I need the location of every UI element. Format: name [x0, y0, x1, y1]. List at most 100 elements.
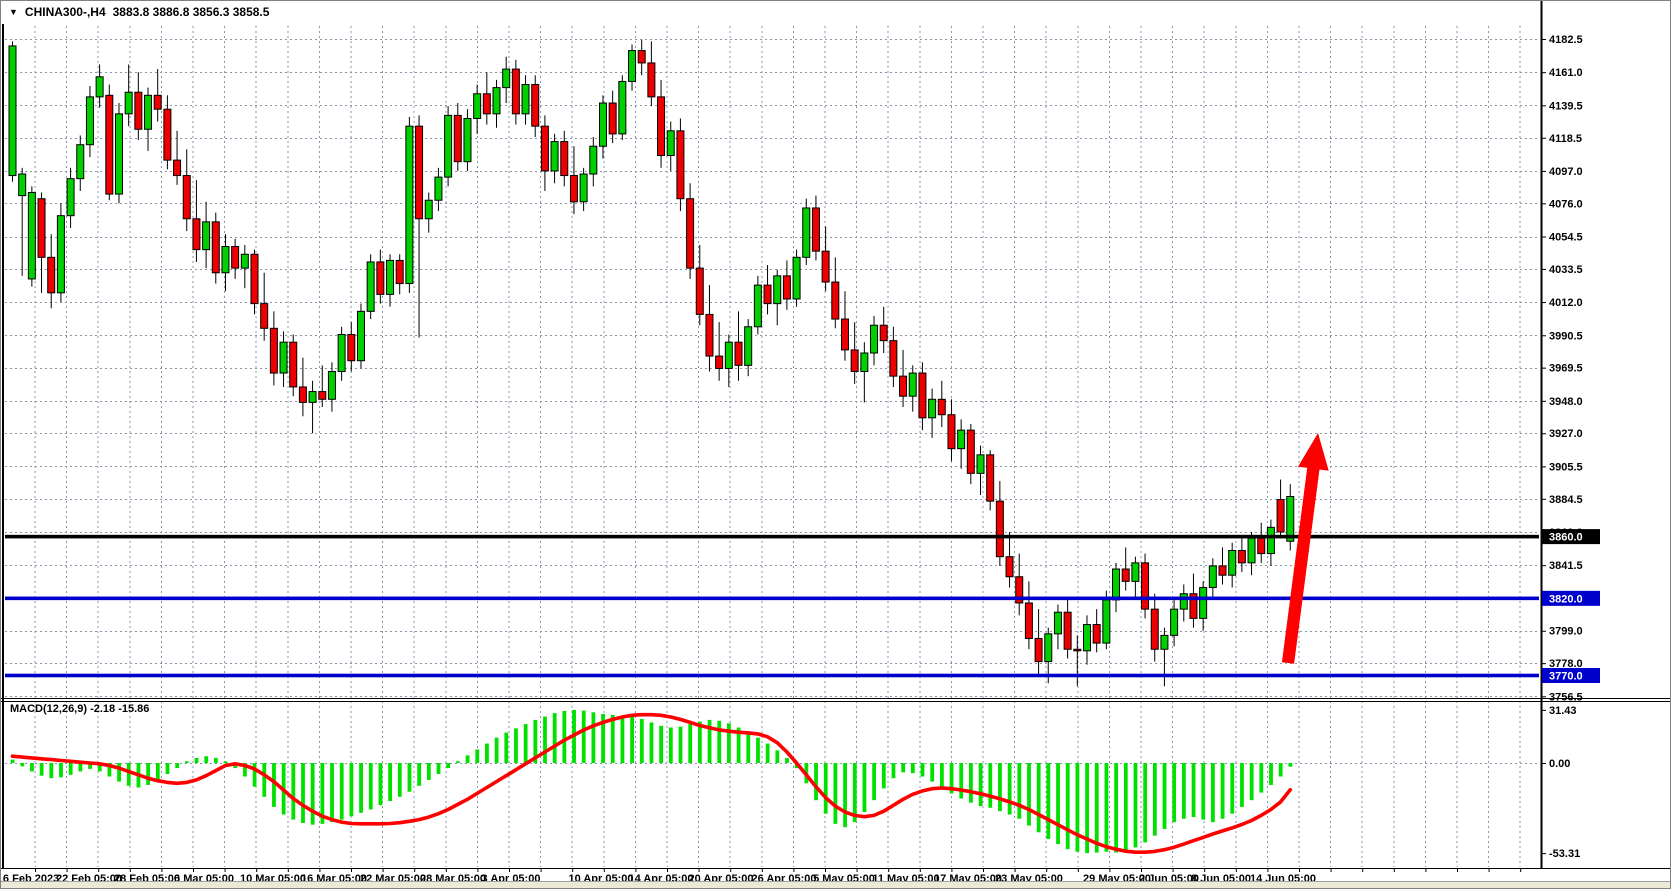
candle — [387, 254, 394, 306]
symbol-dropdown-icon[interactable]: ▼ — [9, 7, 18, 17]
candle — [590, 137, 597, 186]
macd-histogram-bar — [330, 763, 334, 822]
candle — [609, 91, 616, 143]
trend-arrow[interactable] — [1282, 433, 1329, 664]
macd-histogram-bar — [1027, 763, 1031, 826]
candle — [1238, 538, 1245, 572]
candle — [1093, 609, 1100, 652]
svg-text:4139.5: 4139.5 — [1549, 100, 1583, 112]
candle — [880, 307, 887, 353]
svg-text:-53.31: -53.31 — [1549, 848, 1580, 860]
candle — [764, 265, 771, 314]
candle — [822, 226, 829, 291]
macd-histogram-bar — [746, 733, 750, 763]
candle — [1209, 558, 1216, 600]
macd-histogram-bar — [1056, 763, 1060, 844]
candle — [280, 331, 287, 387]
macd-histogram-bar — [11, 760, 15, 763]
candle — [996, 481, 1003, 566]
candle — [803, 199, 810, 265]
macd-histogram-bar — [1095, 763, 1099, 853]
candle — [648, 41, 655, 106]
svg-text:3948.0: 3948.0 — [1549, 396, 1583, 408]
macd-histogram-bar — [1182, 763, 1186, 819]
price-axis[interactable]: 4182.54161.04139.54118.54097.04076.04054… — [1541, 34, 1600, 860]
candle — [629, 44, 636, 90]
horizontal-line-3820.0[interactable] — [5, 597, 1539, 601]
candle — [164, 95, 171, 169]
svg-text:3820.0: 3820.0 — [1549, 593, 1583, 605]
macd-histogram-bar — [834, 763, 838, 824]
candle — [1190, 574, 1197, 628]
macd-histogram-bar — [1046, 763, 1050, 839]
macd-histogram-bar — [1211, 763, 1215, 822]
macd-histogram-bar — [78, 763, 82, 771]
macd-histogram-bar — [495, 738, 499, 763]
candle — [1113, 563, 1120, 612]
candle — [987, 450, 994, 510]
macd-histogram-bar — [872, 763, 876, 800]
macd-histogram-bar — [514, 728, 518, 763]
chart-title-bar: ▼ CHINA300-,H4 3883.8 3886.8 3856.3 3858… — [9, 5, 269, 19]
macd-histogram-bar — [1134, 763, 1138, 848]
candle — [561, 131, 568, 187]
candle — [696, 245, 703, 325]
macd-layer — [11, 710, 1293, 853]
candle — [483, 72, 490, 124]
candle — [232, 239, 239, 279]
macd-histogram-bar — [350, 763, 354, 816]
macd-histogram-bar — [204, 756, 208, 763]
macd-histogram-bar — [717, 721, 721, 763]
macd-histogram-bar — [475, 749, 479, 763]
macd-histogram-bar — [688, 724, 692, 763]
macd-histogram-bar — [998, 763, 1002, 811]
svg-text:3756.5: 3756.5 — [1549, 691, 1583, 703]
candle — [706, 285, 713, 371]
candle — [9, 41, 16, 181]
macd-histogram-bar — [698, 722, 702, 763]
candle — [687, 183, 694, 279]
candle — [212, 213, 219, 284]
macd-histogram-bar — [640, 719, 644, 763]
candle — [183, 149, 190, 231]
macd-histogram-bar — [1192, 763, 1196, 817]
svg-text:3969.5: 3969.5 — [1549, 363, 1583, 375]
candle — [735, 311, 742, 380]
candle — [1122, 547, 1129, 590]
macd-histogram-bar — [195, 758, 199, 763]
candle — [125, 64, 132, 126]
macd-histogram-bar — [1066, 763, 1070, 849]
candle — [454, 103, 461, 171]
macd-histogram-bar — [408, 763, 412, 792]
candle — [270, 311, 277, 385]
candle — [783, 260, 790, 309]
candle — [338, 327, 345, 381]
candle — [367, 254, 374, 319]
svg-text:4097.0: 4097.0 — [1549, 166, 1583, 178]
candle — [619, 75, 626, 140]
macd-histogram-bar — [466, 755, 470, 763]
candle — [1248, 532, 1255, 575]
pane-separator[interactable] — [1, 699, 1671, 702]
candle — [1025, 581, 1032, 649]
macd-histogram-bar — [979, 763, 983, 806]
macd-histogram-bar — [437, 763, 441, 774]
macd-histogram-bar — [175, 763, 179, 768]
macd-histogram-bar — [156, 763, 160, 780]
chart-canvas[interactable]: 4182.54161.04139.54118.54097.04076.04054… — [1, 1, 1671, 889]
candle — [851, 322, 858, 384]
candle — [251, 250, 258, 315]
macd-histogram-bar — [388, 763, 392, 801]
macd-histogram-bar — [20, 763, 24, 766]
candle — [241, 245, 248, 288]
symbol-period-label: CHINA300-,H4 — [25, 5, 106, 19]
macd-histogram-bar — [1124, 763, 1128, 851]
svg-text:3799.0: 3799.0 — [1549, 626, 1583, 638]
svg-text:4054.5: 4054.5 — [1549, 232, 1583, 244]
candle — [832, 257, 839, 328]
macd-histogram-bar — [785, 758, 789, 763]
candle — [193, 180, 200, 262]
candle — [929, 388, 936, 437]
macd-histogram-bar — [166, 763, 170, 774]
horizontal-line-3770.0[interactable] — [5, 674, 1539, 678]
